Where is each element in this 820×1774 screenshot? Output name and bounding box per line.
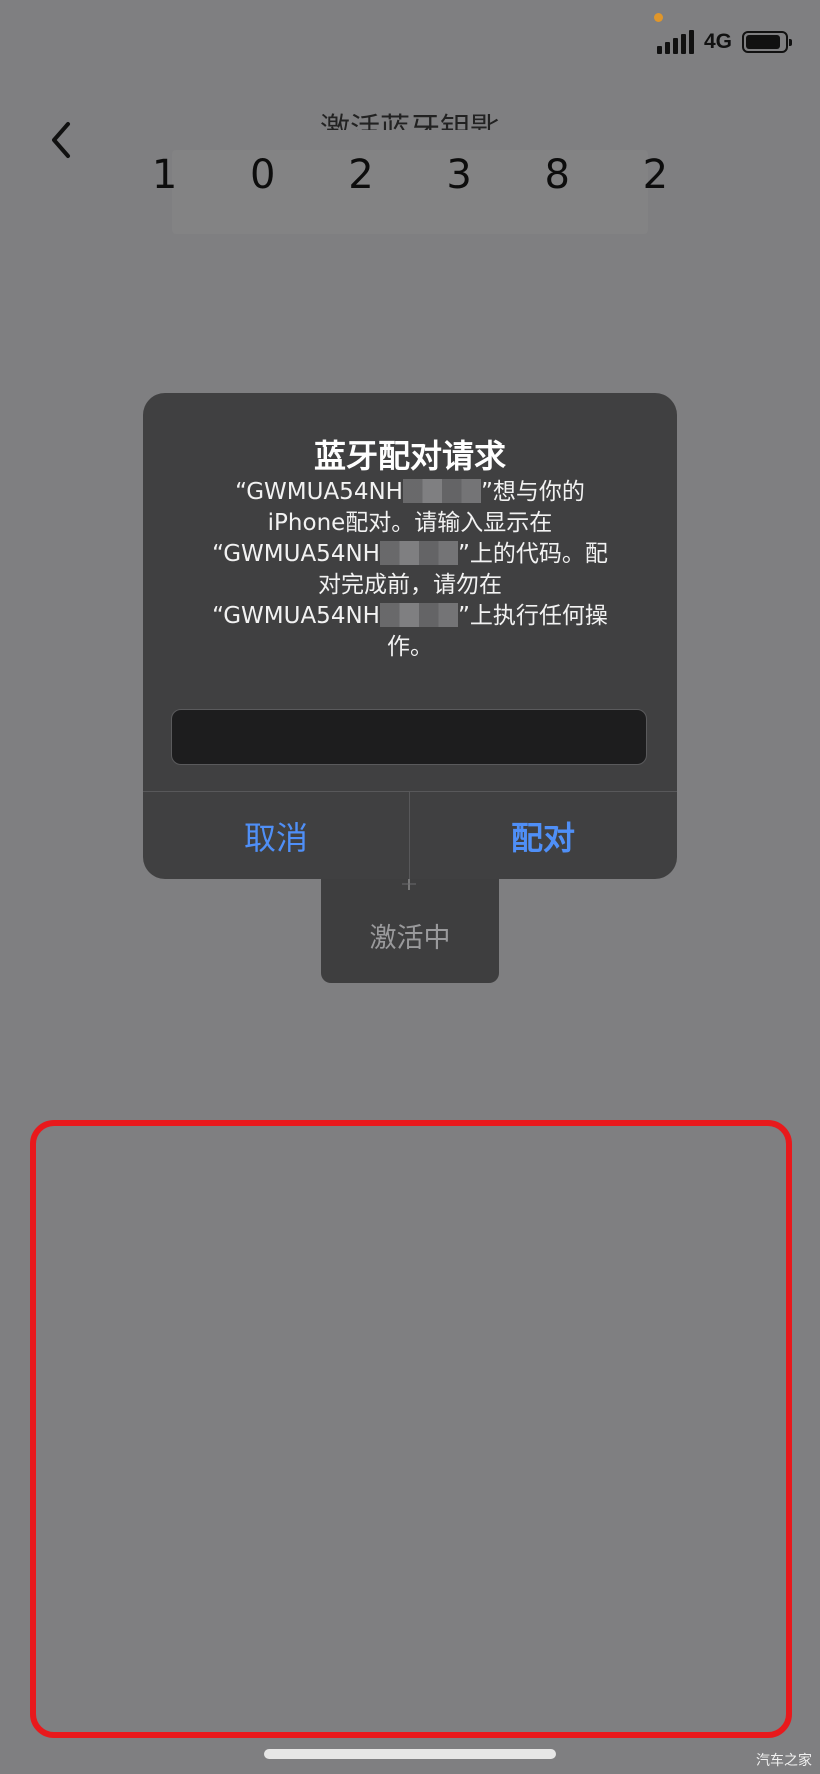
alert-title: 蓝牙配对请求	[313, 437, 506, 475]
alert-message-line: “GWMUA54NH ”想与你的	[183, 477, 637, 508]
highlight-box	[30, 1120, 792, 1738]
alert-message-text: “GWMUA54NH	[235, 479, 403, 505]
alert-message: “GWMUA54NH ”想与你的 iPhone配对。请输入显示在 “GWMUA54…	[183, 477, 637, 663]
alert-message-text: 对完成前，请勿在	[318, 572, 502, 598]
alert-message-text: “GWMUA54NH	[212, 603, 380, 629]
pairing-code-display: 1 0 2 3 8 2	[151, 152, 699, 198]
cancel-button[interactable]: 取消	[143, 792, 409, 879]
battery-cap	[789, 39, 792, 46]
watermark: 汽车之家	[756, 1753, 812, 1769]
alert-message-line: “GWMUA54NH ”上执行任何操	[183, 601, 637, 632]
network-type-label: 4G	[703, 30, 732, 53]
pair-button[interactable]: 配对	[410, 792, 676, 879]
status-bar: 4G	[656, 30, 792, 54]
activating-toast-text: 激活中	[369, 923, 451, 954]
bluetooth-pairing-alert: 蓝牙配对请求 “GWMUA54NH ”想与你的 iPhone配对。请输入显示在 “…	[143, 393, 677, 879]
alert-message-text: “GWMUA54NH	[212, 541, 380, 567]
alert-message-text: iPhone配对。请输入显示在	[267, 510, 553, 536]
redacted-device-id	[379, 541, 458, 565]
battery-icon	[742, 31, 792, 53]
alert-message-text: ”上执行任何操	[457, 603, 608, 629]
page-title: 激活蓝牙钥匙	[320, 112, 500, 130]
alert-message-text: 作。	[387, 634, 433, 660]
pairing-code-input[interactable]	[171, 709, 647, 765]
alert-message-line: “GWMUA54NH ”上的代码。配	[183, 539, 637, 570]
redacted-device-id	[379, 603, 458, 627]
cellular-signal-icon	[656, 30, 694, 54]
home-indicator[interactable]	[264, 1749, 556, 1759]
alert-message-line: iPhone配对。请输入显示在	[183, 508, 637, 539]
bluetooth-key-activation-screen: 4G 激活蓝牙钥匙 1 0 2 3 8 2 激活中 蓝牙配对请求 “GWMUA5…	[0, 0, 820, 1774]
alert-message-line: 对完成前，请勿在	[183, 570, 637, 601]
alert-message-line: 作。	[183, 632, 637, 663]
alert-message-text: ”上的代码。配	[457, 541, 608, 567]
privacy-indicator-dot	[654, 13, 663, 22]
redacted-device-id	[402, 479, 481, 503]
spinner-icon	[402, 878, 416, 890]
battery-level-fill	[746, 35, 781, 49]
alert-message-text: ”想与你的	[480, 479, 585, 505]
